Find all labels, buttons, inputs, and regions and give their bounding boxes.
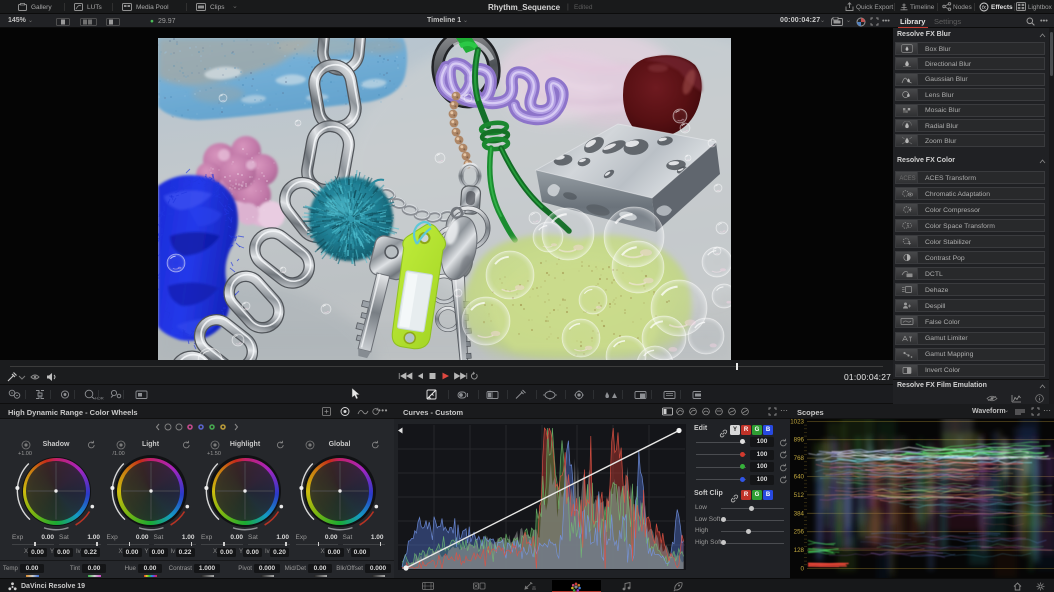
svg-text:384: 384 [794,510,805,517]
svg-text:256: 256 [794,529,805,536]
svg-text:ACES: ACES [899,176,915,182]
svg-text:HDR: HDR [95,396,104,401]
svg-text:640: 640 [794,474,805,481]
svg-text:fx: fx [982,5,986,11]
svg-text:128: 128 [794,547,805,554]
svg-text:0: 0 [801,566,805,573]
svg-text:896: 896 [794,437,805,444]
svg-text:512: 512 [794,492,805,499]
svg-text:768: 768 [794,455,805,462]
svg-text:1023: 1023 [790,419,804,426]
